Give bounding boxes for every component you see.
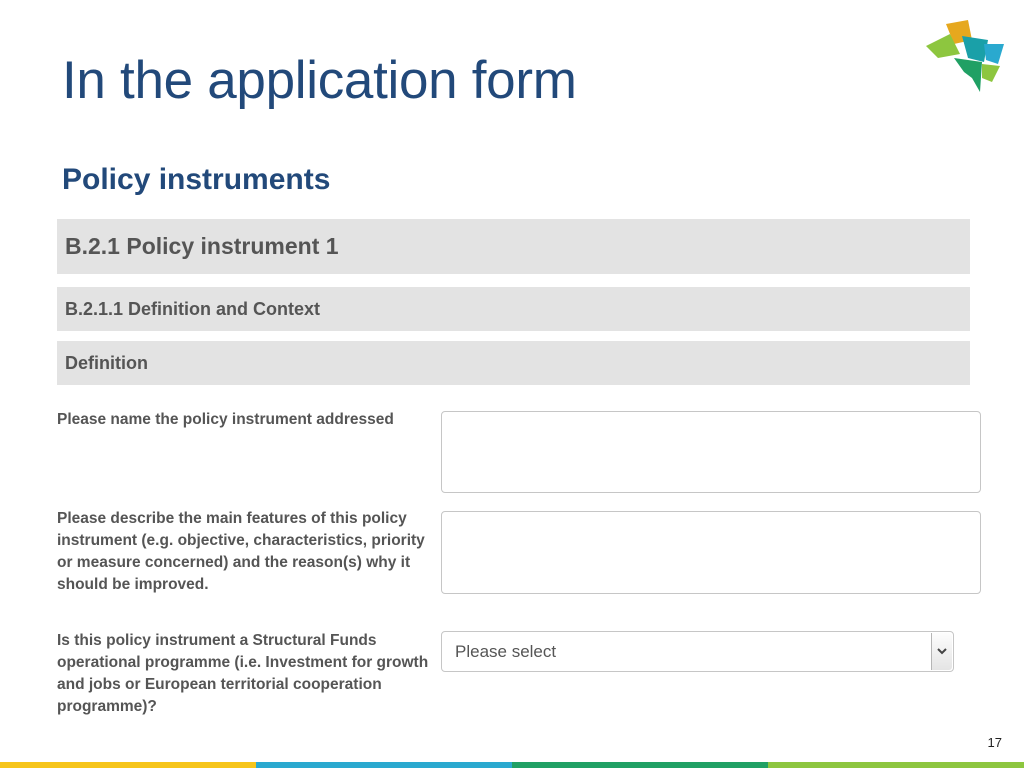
chevron-down-icon[interactable] xyxy=(931,633,952,670)
subsection-header: B.2.1.1 Definition and Context xyxy=(57,287,970,331)
slide-title: In the application form xyxy=(62,51,577,110)
footer-color-strip xyxy=(0,762,1024,768)
structural-funds-label: Is this policy instrument a Structural F… xyxy=(57,632,429,715)
policy-description-input[interactable] xyxy=(441,511,981,594)
structural-funds-select[interactable]: Please select xyxy=(441,631,954,672)
policy-name-label: Please name the policy instrument addres… xyxy=(57,411,394,428)
policy-name-input[interactable] xyxy=(441,411,981,493)
select-value: Please select xyxy=(455,641,557,661)
group-header: Definition xyxy=(57,341,970,385)
page-number: 17 xyxy=(987,735,1002,750)
section-subtitle: Policy instruments xyxy=(62,163,331,196)
section-header: B.2.1 Policy instrument 1 xyxy=(57,219,970,274)
policy-description-label: Please describe the main features of thi… xyxy=(57,510,425,593)
interreg-logo xyxy=(926,20,1004,92)
